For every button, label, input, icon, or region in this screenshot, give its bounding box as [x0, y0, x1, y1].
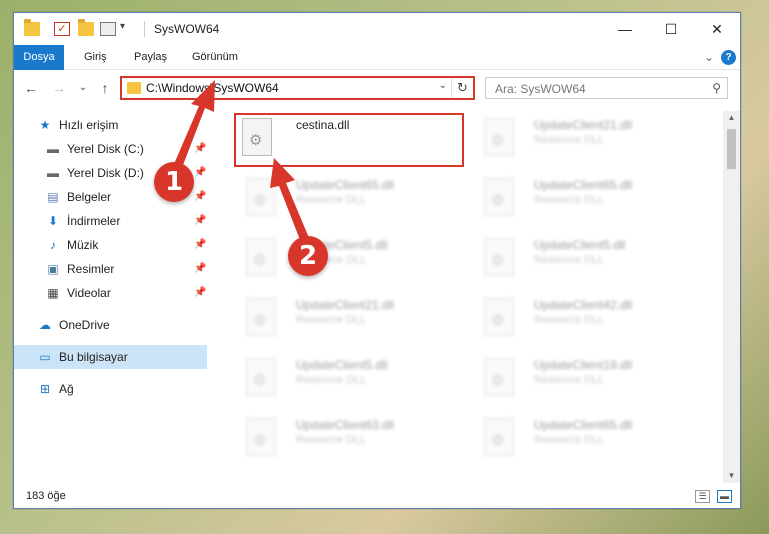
- callout-badge-2: 2: [288, 236, 328, 276]
- arrow-2: [270, 158, 312, 245]
- callout-badge-1: 1: [154, 162, 194, 202]
- callout-arrows: [168, 80, 312, 245]
